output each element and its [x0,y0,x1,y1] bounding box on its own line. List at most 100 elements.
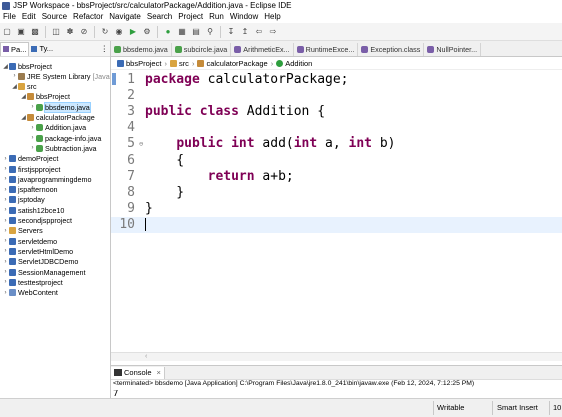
expand-right-icon[interactable]: › [2,166,9,172]
open-task-icon[interactable]: ▤ [190,26,202,38]
menu-edit[interactable]: Edit [19,12,39,21]
tab-type-hierarchy[interactable]: Ty... [29,44,55,53]
code-line[interactable]: 4 [111,120,562,136]
forward-icon[interactable]: ⇨ [267,26,279,38]
tab-console[interactable]: Console × [111,366,165,379]
code-line[interactable]: 1 package calculatorPackage; [111,71,562,87]
menu-window[interactable]: Window [227,12,261,21]
skip-breakpoints-icon[interactable]: ⊘ [78,26,90,38]
tree-item[interactable]: › jspafternoon [2,185,58,195]
annotation-prev-icon[interactable]: ↥ [239,26,251,38]
tree-item[interactable]: › Servers [2,226,43,236]
code-line[interactable]: 8 } [111,184,562,200]
search-icon[interactable]: ⚲ [204,26,216,38]
back-icon[interactable]: ⇦ [253,26,265,38]
editor-tab[interactable]: RuntimeExce... [294,43,359,56]
editor-tab[interactable]: NullPointer... [424,43,482,56]
save-icon[interactable]: ▣ [15,26,27,38]
scroll-left-icon[interactable]: ‹ [145,353,147,360]
tree-item[interactable]: › bbsdemo.java [29,101,91,113]
expand-right-icon[interactable]: › [2,156,9,162]
tree-item[interactable]: › jsptoday [2,195,45,205]
editor-tab[interactable]: Exception.class [358,43,425,56]
external-tools-icon[interactable]: ⚙ [141,26,153,38]
new-icon[interactable]: ▢ [1,26,13,38]
expand-right-icon[interactable]: › [2,218,9,224]
expand-right-icon[interactable]: › [2,248,9,254]
tree-item[interactable]: › JRE System Library[JavaS [11,71,111,81]
open-type-icon[interactable]: ▦ [176,26,188,38]
tree-item[interactable]: ◢ bbsProject [20,92,70,102]
horizontal-scrollbar[interactable]: ‹ [111,352,562,361]
expand-right-icon[interactable]: › [2,238,9,244]
breadcrumb-class[interactable]: Addition [276,59,312,68]
breadcrumb-project[interactable]: bbsProject [117,59,161,68]
expand-right-icon[interactable]: › [2,259,9,265]
menu-run[interactable]: Run [206,12,227,21]
breadcrumb-src[interactable]: src [169,59,189,68]
expand-down-icon[interactable]: ◢ [20,93,27,100]
menu-file[interactable]: File [0,12,19,21]
code-line[interactable]: 2 [111,87,562,103]
annotation-next-icon[interactable]: ↧ [225,26,237,38]
coverage-icon[interactable]: ◉ [113,26,125,38]
tree-item[interactable]: › demoProject [2,154,59,164]
tree-item[interactable]: › Subtraction.java [29,143,97,153]
expand-right-icon[interactable]: › [2,207,9,213]
code-line[interactable]: 5 ⊖ public int add(int a, int b) [111,136,562,152]
expand-right-icon[interactable]: › [11,73,18,79]
code-line[interactable]: 6 { [111,152,562,168]
code-line[interactable]: 3 public class Addition { [111,103,562,119]
run-icon[interactable]: ▶ [127,26,139,38]
tree-item[interactable]: › SessionManagement [2,267,86,277]
breadcrumb-package[interactable]: calculatorPackage [197,59,268,68]
expand-right-icon[interactable]: › [29,135,36,141]
tree-item[interactable]: › package-info.java [29,133,102,143]
tab-package-explorer[interactable]: Pa... [0,41,30,56]
menu-navigate[interactable]: Navigate [106,12,144,21]
expand-right-icon[interactable]: › [29,125,36,131]
expand-down-icon[interactable]: ◢ [11,83,18,90]
expand-down-icon[interactable]: ◢ [2,63,9,70]
expand-right-icon[interactable]: › [2,290,9,296]
refresh-icon[interactable]: ↻ [99,26,111,38]
editor-tab[interactable]: subcircle.java [172,43,232,56]
tree-item[interactable]: › Addition.java [29,123,87,133]
expand-right-icon[interactable]: › [29,145,36,151]
tree-item[interactable]: › satish12bce10 [2,205,65,215]
expand-right-icon[interactable]: › [2,269,9,275]
tree-item[interactable]: ◢ src [11,82,36,92]
tree-item[interactable]: › firstjspproject [2,164,61,174]
save-all-icon[interactable]: ▩ [29,26,41,38]
close-icon[interactable]: × [157,368,161,377]
expand-right-icon[interactable]: › [29,104,36,110]
editor-tab[interactable]: bbsdemo.java [111,43,172,56]
tree-item[interactable]: › servletdemo [2,236,58,246]
tree-item[interactable]: › secondjspproject [2,216,72,226]
tree-item[interactable]: › servletHtmlDemo [2,246,74,256]
menu-help[interactable]: Help [261,12,283,21]
expand-right-icon[interactable]: › [2,228,9,234]
tree-item[interactable]: ◢ bbsProject [2,61,52,71]
menu-search[interactable]: Search [144,12,175,21]
tree-item[interactable]: › javaprogrammingdemo [2,174,92,184]
menu-project[interactable]: Project [175,12,206,21]
expand-down-icon[interactable]: ◢ [20,114,27,121]
expand-right-icon[interactable]: › [2,187,9,193]
tree-item[interactable]: › WebContent [2,288,58,298]
tree-item[interactable]: › testtestproject [2,277,63,287]
editor-tab[interactable]: ArithmeticEx... [231,43,294,56]
tree-item[interactable]: › ServletJDBCDemo [2,257,79,267]
terminal-icon[interactable]: ◫ [50,26,62,38]
code-line[interactable]: 9} [111,201,562,217]
code-line[interactable]: 10 [111,216,562,233]
debug-icon[interactable]: ✽ [64,26,76,38]
menu-source[interactable]: Source [39,12,70,21]
tree-item[interactable]: ◢ calculatorPackage [20,113,95,123]
expand-right-icon[interactable]: › [2,279,9,285]
code-line[interactable]: 7 return a+b; [111,168,562,184]
expand-right-icon[interactable]: › [2,176,9,182]
panel-menu-icon[interactable]: ⋮ [99,44,111,53]
menu-refactor[interactable]: Refactor [70,12,106,21]
code-editor[interactable]: 1 package calculatorPackage; 2 3 public clas… [111,70,562,362]
